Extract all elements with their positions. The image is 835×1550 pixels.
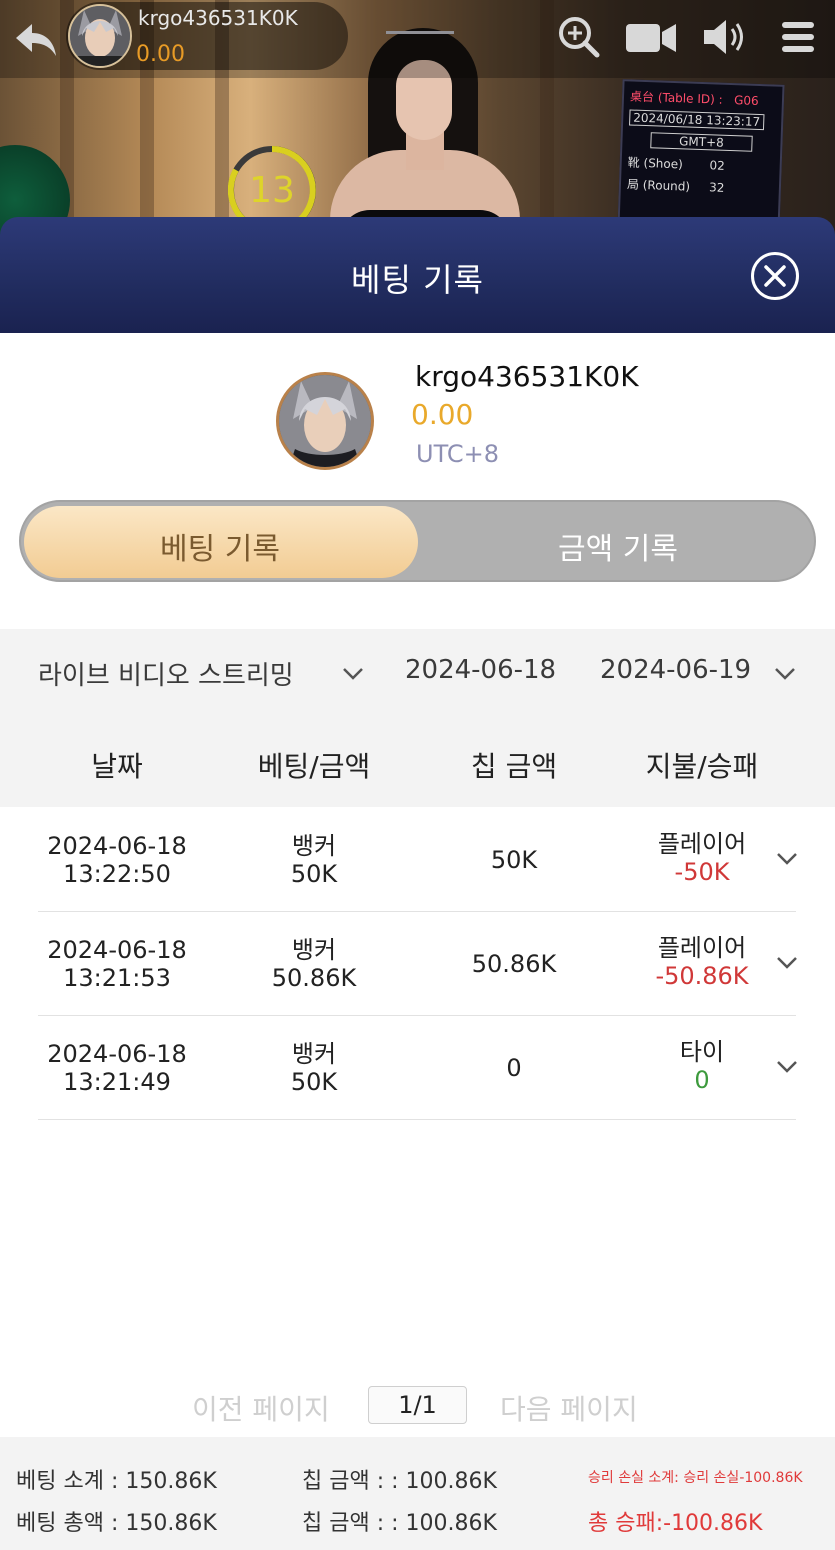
row-bet-type: 뱅커	[291, 832, 337, 860]
row-result: 타이	[679, 1038, 725, 1066]
row-win-loss: -50K	[674, 858, 730, 886]
tab-betting-record[interactable]: 베팅 기록	[21, 524, 419, 568]
avatar	[276, 372, 374, 470]
row-win-loss: 0	[694, 1066, 710, 1094]
column-header-bet-amount: 베팅/금액	[257, 750, 371, 783]
column-header-payout: 지불/승패	[645, 750, 759, 783]
shoe-label: 靴 (Shoe)	[627, 155, 684, 172]
column-header-date: 날짜	[91, 750, 143, 783]
profile-name: krgo436531K0K	[415, 360, 639, 393]
row-date: 2024-06-18	[47, 1040, 187, 1068]
row-payout: 플레이어 -50.86K	[624, 934, 780, 990]
page-indicator: 1/1	[368, 1386, 467, 1424]
record-tabs: 베팅 기록 금액 기록	[19, 500, 816, 582]
shoe-value: 02	[709, 158, 726, 173]
winloss-total: 총 승패:-100.86K	[588, 1511, 763, 1536]
row-bet-amount: 50.86K	[271, 964, 357, 992]
row-payout: 플레이어 -50K	[624, 830, 780, 886]
row-datetime: 2024-06-18 13:21:49	[38, 1040, 196, 1096]
modal-title: 베팅 기록	[351, 261, 484, 299]
prev-page-button[interactable]: 이전 페이지	[192, 1388, 330, 1428]
row-time: 13:21:49	[63, 1068, 171, 1096]
avatar	[68, 4, 132, 68]
menu-icon[interactable]	[776, 14, 820, 60]
row-result: 플레이어	[657, 830, 747, 858]
table-timezone: GMT+8	[649, 132, 754, 152]
row-date: 2024-06-18	[47, 832, 187, 860]
chevron-down-icon[interactable]	[776, 1060, 798, 1074]
category-select-label: 라이브 비디오 스트리밍	[38, 661, 294, 691]
speaker-icon[interactable]	[700, 14, 752, 60]
row-bet-amount: 50K	[290, 1068, 338, 1096]
row-datetime: 2024-06-18 13:22:50	[38, 832, 196, 888]
wolf-avatar-icon	[279, 375, 371, 467]
chevron-down-icon[interactable]	[342, 667, 364, 681]
column-header-chip-amount: 칩 금액	[470, 750, 558, 783]
row-datetime: 2024-06-18 13:21:53	[38, 936, 196, 992]
date-to-picker[interactable]: 2024-06-19	[600, 655, 751, 685]
back-arrow-icon[interactable]	[12, 20, 58, 60]
timer-value: 13	[249, 170, 295, 211]
user-pill[interactable]: krgo436531K0K 0.00	[66, 2, 348, 70]
video-camera-icon[interactable]	[624, 14, 678, 60]
row-bet: 뱅커 50K	[234, 832, 394, 888]
row-chip-amount: 50K	[490, 846, 538, 874]
table-info-panel: 桌台 (Table ID) : G06 2024/06/18 13:23:17 …	[617, 79, 785, 233]
app-root: 13 桌台 (Table ID) : G06 2024/06/18 13:23:…	[0, 0, 835, 1550]
row-bet-type: 뱅커	[291, 1040, 337, 1068]
chevron-down-icon[interactable]	[774, 667, 796, 681]
modal-header: 베팅 기록	[0, 217, 835, 333]
row-chip-amount: 50.86K	[471, 950, 557, 978]
round-label: 局 (Round)	[626, 177, 691, 194]
chip-total: 칩 금액 : : 100.86K	[302, 1511, 497, 1536]
game-top-bar: krgo436531K0K 0.00	[0, 0, 835, 78]
row-payout: 타이 0	[624, 1038, 780, 1094]
tab-amount-record[interactable]: 금액 기록	[419, 524, 817, 568]
row-chip-amount: 0	[506, 1054, 522, 1082]
table-row[interactable]: 2024-06-18 13:22:50 뱅커 50K 50K 플레이어 -50K	[38, 808, 798, 912]
next-page-button[interactable]: 다음 페이지	[500, 1388, 638, 1428]
winloss-subtotal: 승리 손실 소계: 승리 손실-100.86K	[588, 1470, 803, 1486]
table-id-label: 桌台 (Table ID) :	[629, 89, 723, 107]
close-icon	[764, 265, 786, 287]
row-result: 플레이어	[657, 934, 747, 962]
profile-timezone: UTC+8	[416, 440, 499, 468]
table-id-value: G06	[733, 93, 759, 108]
chip-subtotal: 칩 금액 : : 100.86K	[302, 1469, 497, 1494]
row-bet-type: 뱅커	[291, 936, 337, 964]
category-select[interactable]: 라이브 비디오 스트리밍	[38, 655, 294, 692]
close-button[interactable]	[751, 252, 799, 300]
table-row[interactable]: 2024-06-18 13:21:53 뱅커 50.86K 50.86K 플레이…	[38, 912, 798, 1016]
chevron-down-icon[interactable]	[776, 956, 798, 970]
table-row[interactable]: 2024-06-18 13:21:49 뱅커 50K 0 타이 0	[38, 1016, 798, 1120]
top-balance: 0.00	[136, 42, 185, 67]
summary-footer: 베팅 소계 : 150.86K 칩 금액 : : 100.86K 승리 손실 소…	[0, 1437, 835, 1550]
bet-subtotal: 베팅 소계 : 150.86K	[16, 1469, 217, 1494]
top-user-name: krgo436531K0K	[138, 6, 298, 30]
bet-total: 베팅 총액 : 150.86K	[16, 1511, 217, 1536]
row-bet: 뱅커 50K	[234, 1040, 394, 1096]
filter-bar: 라이브 비디오 스트리밍 2024-06-18 2024-06-19 날짜 베팅…	[0, 629, 835, 807]
row-bet: 뱅커 50.86K	[234, 936, 394, 992]
table-datetime: 2024/06/18 13:23:17	[629, 109, 765, 131]
row-date: 2024-06-18	[47, 936, 187, 964]
zoom-in-icon[interactable]	[556, 14, 602, 60]
profile-balance: 0.00	[411, 398, 474, 431]
row-time: 13:22:50	[63, 860, 171, 888]
date-from-picker[interactable]: 2024-06-18	[405, 655, 556, 685]
row-win-loss: -50.86K	[655, 962, 749, 990]
wolf-avatar-icon	[70, 6, 130, 66]
round-value: 32	[708, 180, 725, 195]
chevron-down-icon[interactable]	[776, 852, 798, 866]
row-time: 13:21:53	[63, 964, 171, 992]
row-bet-amount: 50K	[290, 860, 338, 888]
